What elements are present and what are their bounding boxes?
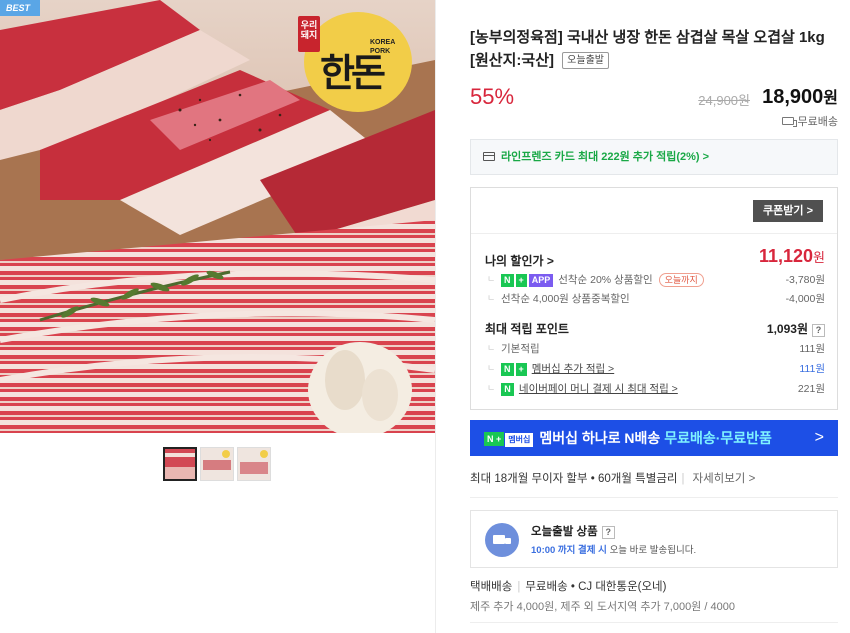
points-total: 1,093원? xyxy=(767,320,825,337)
thumbnail-image xyxy=(238,448,270,480)
section-divider xyxy=(470,497,838,498)
product-main-image[interactable]: 우리돼지 KOREA PORK 한돈 xyxy=(0,0,435,433)
logo-label-main: 한돈 xyxy=(320,50,386,95)
today-ship-title-text: 오늘출발 상품 xyxy=(531,526,598,538)
shipping-info: 택배배송 | 무료배송 • CJ 대한통운(오네) xyxy=(470,581,667,593)
section-divider xyxy=(470,622,838,623)
today-ship-deadline: 10:00 까지 결제 시 xyxy=(531,545,607,556)
free-shipping: 무료배송 xyxy=(781,113,838,129)
shipping-carrier: • CJ 대한통운(오네) xyxy=(570,581,667,593)
naver-n-badge: N xyxy=(501,274,514,287)
delivery-truck-icon xyxy=(485,523,519,557)
coupon-button[interactable]: 쿠폰받기 > xyxy=(753,200,823,222)
sale-price: 18,900원 xyxy=(762,84,838,109)
thumbnail-2[interactable] xyxy=(200,447,234,481)
discount-value: -4,000원 xyxy=(785,293,825,305)
membership-banner-highlight: 무료배송·무료반품 xyxy=(664,430,772,446)
membership-pill: 멤버십 xyxy=(505,433,534,447)
today-ship-box: 오늘출발 상품? 10:00 까지 결제 시 오늘 바로 발송됩니다. xyxy=(470,510,838,568)
thumbnail-3[interactable] xyxy=(237,447,271,481)
help-icon[interactable]: ? xyxy=(601,526,615,539)
product-gallery: BEST 우리돼지 KOREA PORK 한돈 xyxy=(0,0,435,633)
naver-pay-icon: N xyxy=(501,383,514,396)
naverpay-point-link[interactable]: 네이버페이 머니 결제 시 최대 적립 > xyxy=(519,383,678,395)
naver-n-badge: N xyxy=(501,363,514,376)
chevron-right-icon: > xyxy=(814,429,824,446)
card-promo-text: 라인프렌즈 카드 최대 222원 추가 적립(2%) > xyxy=(501,151,710,163)
installment-text: 최대 18개월 무이자 할부 • 60개월 특별금리 xyxy=(470,473,678,485)
points-label: 최대 적립 포인트 xyxy=(485,322,569,336)
my-price: 11,120원 xyxy=(759,246,825,267)
membership-banner[interactable]: N + 멤버십 멤버십 하나로 N배송 무료배송·무료반품 > xyxy=(470,420,838,456)
thumbnail-image xyxy=(165,449,195,479)
thumbnail-1[interactable] xyxy=(163,447,197,481)
sale-price-unit: 원 xyxy=(823,90,838,107)
installment-info: 최대 18개월 무이자 할부 • 60개월 특별금리 | 자세히보기 > xyxy=(470,473,756,485)
discount-row: N+APP 선착순 20% 상품할인 오늘까지 -3,780원 xyxy=(485,272,825,287)
shipping-method: 택배배송 xyxy=(470,581,513,593)
membership-point-link[interactable]: 멤버십 추가 적립 > xyxy=(532,363,615,375)
logo-label-top: 우리돼지 xyxy=(300,20,318,40)
product-page: BEST 우리돼지 KOREA PORK 한돈 [농부의정육점] 국내산 냉장 … xyxy=(0,0,850,633)
credit-card-icon xyxy=(483,152,495,161)
today-ship-desc-text: 오늘 바로 발송됩니다. xyxy=(609,545,697,556)
free-shipping-label: 무료배송 xyxy=(797,116,838,128)
my-price-value: 11,120 xyxy=(758,246,814,266)
original-price: 24,900원 xyxy=(698,93,750,108)
point-row[interactable]: N 네이버페이 머니 결제 시 최대 적립 > 221원 xyxy=(485,381,825,396)
product-title: [농부의정육점] 국내산 냉장 한돈 삼겹살 목살 오겹살 1kg [원산지:국… xyxy=(470,26,838,72)
app-badge: APP xyxy=(528,274,554,287)
thumbnail-image xyxy=(201,448,233,480)
today-only-chip: 오늘까지 xyxy=(658,273,704,287)
vertical-divider xyxy=(435,0,436,633)
membership-banner-text: 멤버십 하나로 N배송 xyxy=(539,430,661,446)
points-value: 1,093원 xyxy=(766,322,808,336)
naver-plus-pill: N + xyxy=(484,432,505,446)
today-ship-tag: 오늘출발 xyxy=(562,52,609,69)
truck-icon xyxy=(781,117,797,127)
point-value: 221원 xyxy=(797,383,825,395)
discount-text: 선착순 20% 상품할인 xyxy=(558,274,653,286)
point-row: 기본적립 111원 xyxy=(485,341,825,356)
discount-rate: 55% xyxy=(470,84,515,109)
sale-price-value: 18,900 xyxy=(762,86,824,108)
shipping-fee: 무료배송 xyxy=(525,581,568,593)
shipping-extra-fee: 제주 추가 4,000원, 제주 외 도서지역 추가 7,000원 / 4000 xyxy=(470,601,735,613)
discount-row: 선착순 4,000원 상품중복할인 -4,000원 xyxy=(485,291,825,306)
thumbnail-list xyxy=(163,447,271,481)
plus-badge: + xyxy=(515,363,527,376)
best-badge: BEST xyxy=(0,0,40,16)
coupon-box: 쿠폰받기 > 나의 할인가 > 11,120원 N+APP 선착순 20% 상품… xyxy=(470,187,838,410)
my-price-label: 나의 할인가 > xyxy=(485,254,554,268)
discount-value: -3,780원 xyxy=(785,274,825,286)
point-value: 111원 xyxy=(799,363,825,375)
point-value: 111원 xyxy=(799,343,825,355)
discount-text: 선착순 4,000원 상품중복할인 xyxy=(501,293,630,305)
point-row[interactable]: N+ 멤버십 추가 적립 > 111원 xyxy=(485,361,825,376)
point-text: 기본적립 xyxy=(501,343,540,355)
card-promo[interactable]: 라인프렌즈 카드 최대 222원 추가 적립(2%) > xyxy=(470,139,838,175)
installment-more-link[interactable]: 자세히보기 > xyxy=(692,473,755,485)
product-title-text: [농부의정육점] 국내산 냉장 한돈 삼겹살 목살 오겹살 1kg [원산지:국… xyxy=(470,29,825,69)
plus-badge: + xyxy=(515,274,527,287)
today-ship-desc: 10:00 까지 결제 시 오늘 바로 발송됩니다. xyxy=(531,542,696,556)
coupon-divider xyxy=(471,233,837,234)
points-row: 최대 적립 포인트 1,093원? xyxy=(485,320,825,337)
today-ship-title: 오늘출발 상품? xyxy=(531,523,615,539)
my-price-row[interactable]: 나의 할인가 > 11,120원 xyxy=(485,246,825,269)
help-icon[interactable]: ? xyxy=(812,324,825,337)
my-price-unit: 원 xyxy=(813,250,825,265)
